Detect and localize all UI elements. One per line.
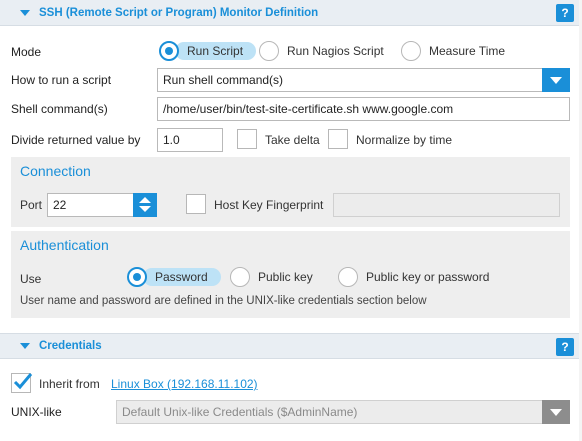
- mode-run-script-label: Run Script: [175, 42, 257, 60]
- radio-unselected-icon[interactable]: [230, 267, 250, 287]
- mode-measure-time-radio[interactable]: Measure Time: [401, 40, 505, 62]
- auth-password-radio[interactable]: Password: [127, 266, 221, 288]
- radio-unselected-icon[interactable]: [259, 41, 279, 61]
- inherit-link[interactable]: Linux Box (192.168.11.102): [111, 377, 258, 391]
- authentication-panel: Authentication Use Password Public key P…: [11, 231, 570, 318]
- radio-unselected-icon[interactable]: [338, 267, 358, 287]
- authentication-title: Authentication: [20, 237, 109, 253]
- shell-command-value: /home/user/bin/test-site-certificate.sh …: [163, 102, 454, 116]
- inherit-label: Inherit from: [39, 377, 100, 391]
- mode-run-script-radio[interactable]: Run Script: [159, 40, 257, 62]
- credentials-title: Credentials: [39, 340, 102, 352]
- divide-label: Divide returned value by: [11, 133, 141, 147]
- checkmark-icon: [13, 373, 33, 390]
- host-key-input[interactable]: [333, 193, 560, 217]
- inherit-checkbox[interactable]: [11, 373, 33, 393]
- collapse-triangle-icon[interactable]: [20, 343, 30, 349]
- port-value: 22: [53, 198, 67, 212]
- unix-like-label: UNIX-like: [11, 405, 62, 419]
- divide-value: 1.0: [163, 133, 180, 147]
- auth-public-key-or-password-radio[interactable]: Public key or password: [338, 266, 489, 288]
- monitor-definition-header[interactable]: SSH (Remote Script or Program) Monitor D…: [0, 0, 582, 26]
- how-to-run-select[interactable]: Run shell command(s): [157, 68, 570, 92]
- take-delta-label: Take delta: [265, 133, 320, 147]
- auth-public-key-or-password-label: Public key or password: [366, 270, 490, 284]
- unix-like-value: Default Unix-like Credentials ($AdminNam…: [122, 405, 358, 419]
- credentials-header[interactable]: Credentials ?: [0, 333, 582, 359]
- help-button[interactable]: ?: [556, 338, 574, 356]
- mode-label: Mode: [11, 45, 42, 59]
- authentication-note: User name and password are defined in th…: [20, 295, 427, 307]
- how-to-run-label: How to run a script: [11, 73, 112, 87]
- auth-password-label: Password: [143, 268, 221, 286]
- connection-title: Connection: [20, 163, 91, 179]
- radio-unselected-icon[interactable]: [401, 41, 421, 61]
- shell-command-input[interactable]: /home/user/bin/test-site-certificate.sh …: [157, 97, 570, 121]
- monitor-definition-title: SSH (Remote Script or Program) Monitor D…: [39, 6, 319, 19]
- auth-public-key-label: Public key: [258, 270, 313, 284]
- collapse-triangle-icon[interactable]: [20, 9, 30, 16]
- normalize-checkbox[interactable]: [328, 129, 348, 149]
- connection-panel: Connection Port 22 Host Key Fingerprint: [11, 157, 570, 227]
- how-to-run-value: Run shell command(s): [163, 73, 284, 87]
- use-label: Use: [20, 272, 42, 286]
- unix-like-select[interactable]: Default Unix-like Credentials ($AdminNam…: [116, 400, 570, 424]
- port-label: Port: [20, 198, 43, 212]
- radio-selected-icon[interactable]: [127, 267, 147, 287]
- help-button[interactable]: ?: [556, 4, 574, 22]
- auth-public-key-radio[interactable]: Public key: [230, 266, 313, 288]
- mode-run-nagios-label: Run Nagios Script: [287, 44, 384, 58]
- normalize-label: Normalize by time: [356, 133, 453, 147]
- divide-input[interactable]: 1.0: [157, 128, 223, 152]
- stepper-arrows-icon[interactable]: [133, 193, 157, 217]
- dropdown-arrow-icon[interactable]: [542, 68, 570, 92]
- radio-selected-icon[interactable]: [159, 41, 179, 61]
- port-stepper[interactable]: 22: [47, 193, 157, 217]
- host-key-label: Host Key Fingerprint: [214, 198, 324, 212]
- host-key-checkbox[interactable]: [186, 194, 206, 214]
- take-delta-checkbox[interactable]: [237, 129, 257, 149]
- shell-command-label: Shell command(s): [11, 102, 108, 116]
- dropdown-arrow-icon[interactable]: [542, 400, 570, 424]
- mode-run-nagios-radio[interactable]: Run Nagios Script: [259, 40, 384, 62]
- mode-measure-time-label: Measure Time: [429, 44, 506, 58]
